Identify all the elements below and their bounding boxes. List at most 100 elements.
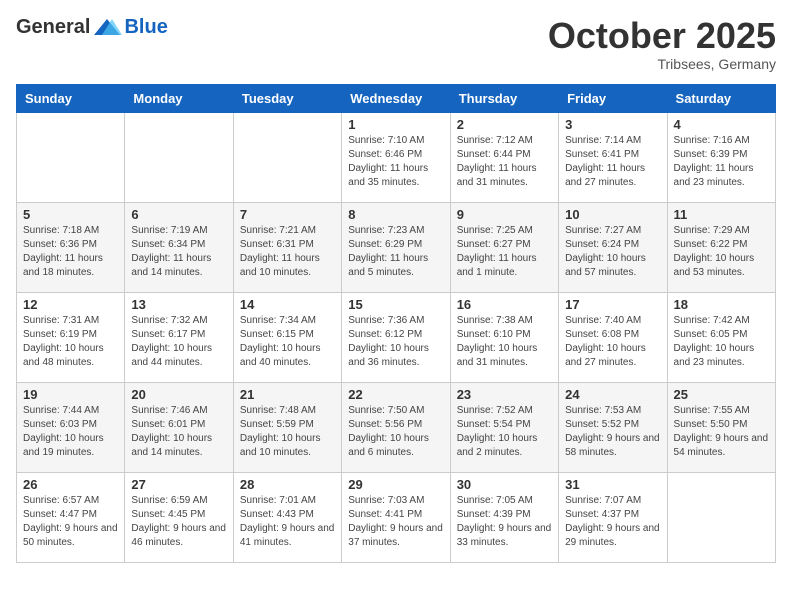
day-info: Sunrise: 7:27 AM Sunset: 6:24 PM Dayligh… — [565, 224, 660, 280]
day-number: 13 — [131, 297, 226, 312]
calendar-cell: 24 Sunrise: 7:53 AM Sunset: 5:52 PM Dayli… — [559, 382, 667, 472]
day-number: 12 — [23, 297, 118, 312]
calendar-cell: 14 Sunrise: 7:34 AM Sunset: 6:15 PM Dayli… — [233, 292, 341, 382]
day-number: 16 — [457, 297, 552, 312]
calendar-cell: 2 Sunrise: 7:12 AM Sunset: 6:44 PM Daylig… — [450, 112, 558, 202]
calendar-cell: 25 Sunrise: 7:55 AM Sunset: 5:50 PM Dayli… — [667, 382, 775, 472]
calendar-cell: 11Sunrise: 7:29 AM Sunset: 6:22 PM Dayli… — [667, 202, 775, 292]
day-number: 24 — [565, 387, 660, 402]
calendar-cell — [667, 472, 775, 562]
calendar-header-friday: Friday — [559, 84, 667, 112]
calendar-week-3: 12Sunrise: 7:31 AM Sunset: 6:19 PM Dayli… — [17, 292, 776, 382]
calendar-cell: 3 Sunrise: 7:14 AM Sunset: 6:41 PM Daylig… — [559, 112, 667, 202]
title-block: October 2025 Tribsees, Germany — [548, 16, 776, 72]
day-number: 20 — [131, 387, 226, 402]
calendar-cell — [233, 112, 341, 202]
logo-general-text: General — [16, 16, 90, 39]
calendar-cell: 8 Sunrise: 7:23 AM Sunset: 6:29 PM Daylig… — [342, 202, 450, 292]
calendar-cell: 22 Sunrise: 7:50 AM Sunset: 5:56 PM Dayli… — [342, 382, 450, 472]
day-info: Sunrise: 7:21 AM Sunset: 6:31 PM Dayligh… — [240, 224, 335, 280]
calendar-cell: 19 Sunrise: 7:44 AM Sunset: 6:03 PM Dayli… — [17, 382, 125, 472]
calendar-cell: 27Sunrise: 6:59 AM Sunset: 4:45 PM Dayli… — [125, 472, 233, 562]
calendar-cell: 30 Sunrise: 7:05 AM Sunset: 4:39 PM Dayli… — [450, 472, 558, 562]
day-info: Sunrise: 7:16 AM Sunset: 6:39 PM Dayligh… — [674, 134, 769, 190]
day-number: 2 — [457, 117, 552, 132]
location-text: Tribsees, Germany — [548, 56, 776, 72]
day-info: Sunrise: 7:52 AM Sunset: 5:54 PM Dayligh… — [457, 404, 552, 460]
day-number: 3 — [565, 117, 660, 132]
day-number: 22 — [348, 387, 443, 402]
day-info: Sunrise: 7:03 AM Sunset: 4:41 PM Dayligh… — [348, 494, 443, 550]
day-number: 19 — [23, 387, 118, 402]
calendar-cell: 9 Sunrise: 7:25 AM Sunset: 6:27 PM Daylig… — [450, 202, 558, 292]
day-number: 17 — [565, 297, 660, 312]
calendar-cell: 17Sunrise: 7:40 AM Sunset: 6:08 PM Dayli… — [559, 292, 667, 382]
calendar-cell: 1Sunrise: 7:10 AM Sunset: 6:46 PM Daylig… — [342, 112, 450, 202]
calendar-week-2: 5Sunrise: 7:18 AM Sunset: 6:36 PM Daylig… — [17, 202, 776, 292]
day-number: 9 — [457, 207, 552, 222]
calendar-cell: 31 Sunrise: 7:07 AM Sunset: 4:37 PM Dayli… — [559, 472, 667, 562]
day-info: Sunrise: 7:55 AM Sunset: 5:50 PM Dayligh… — [674, 404, 769, 460]
logo-icon — [92, 17, 122, 39]
logo: General Blue — [16, 16, 168, 39]
day-number: 21 — [240, 387, 335, 402]
day-info: Sunrise: 6:57 AM Sunset: 4:47 PM Dayligh… — [23, 494, 118, 550]
calendar-cell: 20Sunrise: 7:46 AM Sunset: 6:01 PM Dayli… — [125, 382, 233, 472]
day-number: 25 — [674, 387, 769, 402]
calendar-cell — [17, 112, 125, 202]
day-info: Sunrise: 7:50 AM Sunset: 5:56 PM Dayligh… — [348, 404, 443, 460]
calendar-cell: 16 Sunrise: 7:38 AM Sunset: 6:10 PM Dayli… — [450, 292, 558, 382]
day-number: 8 — [348, 207, 443, 222]
day-number: 7 — [240, 207, 335, 222]
day-info: Sunrise: 7:29 AM Sunset: 6:22 PM Dayligh… — [674, 224, 769, 280]
calendar-cell: 13Sunrise: 7:32 AM Sunset: 6:17 PM Dayli… — [125, 292, 233, 382]
day-number: 31 — [565, 477, 660, 492]
calendar-table: SundayMondayTuesdayWednesdayThursdayFrid… — [16, 84, 776, 563]
calendar-header-sunday: Sunday — [17, 84, 125, 112]
day-info: Sunrise: 7:10 AM Sunset: 6:46 PM Dayligh… — [348, 134, 443, 190]
calendar-cell — [125, 112, 233, 202]
day-info: Sunrise: 7:12 AM Sunset: 6:44 PM Dayligh… — [457, 134, 552, 190]
day-number: 23 — [457, 387, 552, 402]
day-number: 29 — [348, 477, 443, 492]
calendar-cell: 29 Sunrise: 7:03 AM Sunset: 4:41 PM Dayli… — [342, 472, 450, 562]
day-number: 27 — [131, 477, 226, 492]
calendar-header-row: SundayMondayTuesdayWednesdayThursdayFrid… — [17, 84, 776, 112]
calendar-cell: 21Sunrise: 7:48 AM Sunset: 5:59 PM Dayli… — [233, 382, 341, 472]
calendar-header-tuesday: Tuesday — [233, 84, 341, 112]
day-info: Sunrise: 7:36 AM Sunset: 6:12 PM Dayligh… — [348, 314, 443, 370]
day-info: Sunrise: 7:19 AM Sunset: 6:34 PM Dayligh… — [131, 224, 226, 280]
day-info: Sunrise: 7:07 AM Sunset: 4:37 PM Dayligh… — [565, 494, 660, 550]
day-info: Sunrise: 7:05 AM Sunset: 4:39 PM Dayligh… — [457, 494, 552, 550]
day-info: Sunrise: 7:53 AM Sunset: 5:52 PM Dayligh… — [565, 404, 660, 460]
calendar-cell: 23 Sunrise: 7:52 AM Sunset: 5:54 PM Dayli… — [450, 382, 558, 472]
day-number: 28 — [240, 477, 335, 492]
day-number: 14 — [240, 297, 335, 312]
day-info: Sunrise: 7:25 AM Sunset: 6:27 PM Dayligh… — [457, 224, 552, 280]
day-number: 4 — [674, 117, 769, 132]
day-number: 18 — [674, 297, 769, 312]
page-header: General Blue October 2025 Tribsees, Germ… — [16, 16, 776, 72]
calendar-cell: 7 Sunrise: 7:21 AM Sunset: 6:31 PM Daylig… — [233, 202, 341, 292]
logo-blue-text: Blue — [124, 16, 167, 39]
calendar-cell: 26Sunrise: 6:57 AM Sunset: 4:47 PM Dayli… — [17, 472, 125, 562]
day-info: Sunrise: 7:23 AM Sunset: 6:29 PM Dayligh… — [348, 224, 443, 280]
calendar-cell: 5Sunrise: 7:18 AM Sunset: 6:36 PM Daylig… — [17, 202, 125, 292]
day-info: Sunrise: 7:38 AM Sunset: 6:10 PM Dayligh… — [457, 314, 552, 370]
day-number: 10 — [565, 207, 660, 222]
calendar-cell: 18 Sunrise: 7:42 AM Sunset: 6:05 PM Dayli… — [667, 292, 775, 382]
calendar-body: 1Sunrise: 7:10 AM Sunset: 6:46 PM Daylig… — [17, 112, 776, 562]
day-info: Sunrise: 7:34 AM Sunset: 6:15 PM Dayligh… — [240, 314, 335, 370]
day-info: Sunrise: 7:42 AM Sunset: 6:05 PM Dayligh… — [674, 314, 769, 370]
calendar-cell: 12Sunrise: 7:31 AM Sunset: 6:19 PM Dayli… — [17, 292, 125, 382]
month-title: October 2025 — [548, 16, 776, 56]
calendar-cell: 15 Sunrise: 7:36 AM Sunset: 6:12 PM Dayli… — [342, 292, 450, 382]
day-info: Sunrise: 7:44 AM Sunset: 6:03 PM Dayligh… — [23, 404, 118, 460]
calendar-header-saturday: Saturday — [667, 84, 775, 112]
day-number: 6 — [131, 207, 226, 222]
day-number: 15 — [348, 297, 443, 312]
calendar-week-5: 26Sunrise: 6:57 AM Sunset: 4:47 PM Dayli… — [17, 472, 776, 562]
calendar-header-thursday: Thursday — [450, 84, 558, 112]
day-number: 30 — [457, 477, 552, 492]
day-info: Sunrise: 7:14 AM Sunset: 6:41 PM Dayligh… — [565, 134, 660, 190]
